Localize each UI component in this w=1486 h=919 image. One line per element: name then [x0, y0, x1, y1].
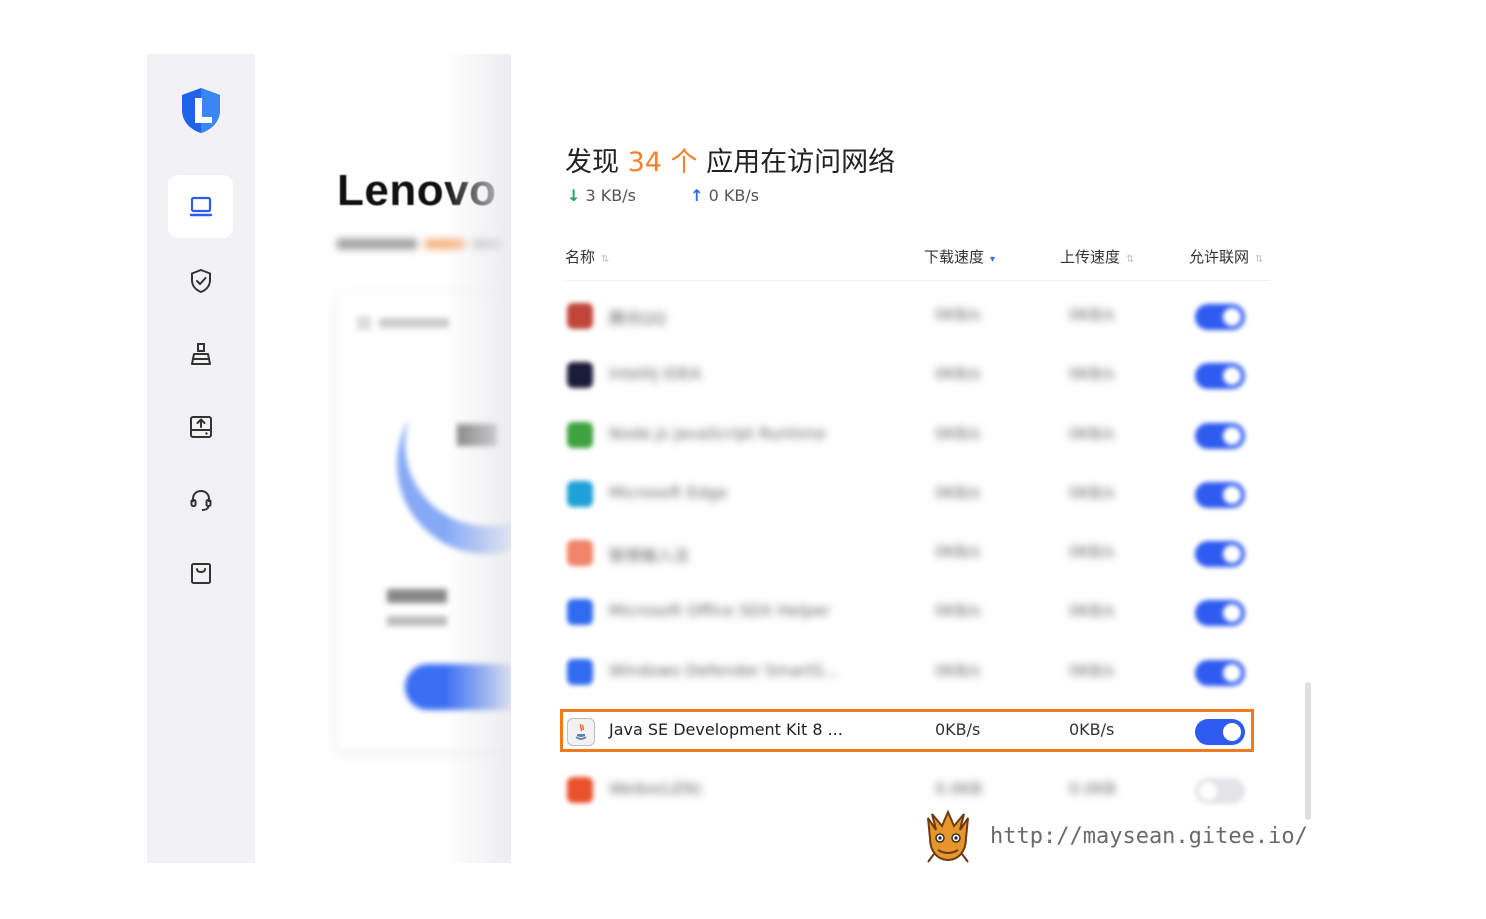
app-download-speed: 0KB/s: [935, 542, 981, 561]
app-row: 联想输入法 0KB/s 0KB/s: [565, 528, 1269, 578]
panel-heading: 发现 34 个 应用在访问网络: [565, 140, 895, 179]
scrollbar[interactable]: [1305, 682, 1311, 820]
total-speeds: ↓ 3 KB/s ↑ 0 KB/s: [567, 186, 759, 205]
watermark: http://maysean.gitee.io/: [920, 806, 1308, 866]
app-row: IntelliJ IDEA 0KB/s 0KB/s: [565, 350, 1269, 400]
watermark-url: http://maysean.gitee.io/: [990, 823, 1308, 849]
app-icon: [567, 659, 593, 685]
app-row: Microsoft Edge 0KB/s 0KB/s: [565, 469, 1269, 519]
app-name: Weibo(LEN): [609, 779, 702, 798]
broom-icon: [190, 342, 211, 365]
upload-arrow-icon: ↑: [690, 186, 704, 205]
app-name: Microsoft Office SDX Helper: [609, 601, 831, 620]
column-header-upload[interactable]: 上传速度 ⇅: [1060, 246, 1134, 267]
nav-item-drivers[interactable]: [168, 395, 233, 458]
app-row: Java SE Development Kit 8 ... 0KB/s 0KB/s: [565, 706, 1269, 756]
column-header-upload-label: 上传速度: [1060, 248, 1121, 266]
total-upload-speed: 0 KB/s: [708, 186, 760, 205]
sort-icon: ⇅: [1126, 254, 1135, 265]
app-icon: [567, 422, 593, 448]
total-download-speed: 3 KB/s: [585, 186, 636, 205]
lenovo-shield-logo: [178, 86, 224, 134]
app-download-speed: 0KB/s: [935, 424, 981, 443]
column-header-allow[interactable]: 允许联网 ⇅: [1189, 246, 1263, 267]
app-upload-speed: 0KB/s: [1069, 720, 1115, 739]
app-upload-speed: 0KB/s: [1069, 483, 1115, 502]
column-header-allow-label: 允许联网: [1189, 248, 1250, 266]
app-upload-speed: 0KB/s: [1069, 305, 1115, 324]
column-header-download-label: 下载速度: [924, 248, 985, 266]
nav-item-support[interactable]: [168, 468, 233, 531]
app-name: Node.js JavaScript Runtime: [609, 424, 826, 443]
app-icon: [567, 599, 593, 625]
app-row: Node.js JavaScript Runtime 0KB/s 0KB/s: [565, 410, 1269, 460]
app-name: Java SE Development Kit 8 ...: [609, 720, 843, 739]
app-upload-speed: 0KB/s: [1069, 542, 1115, 561]
column-header-download[interactable]: 下载速度 ▾: [924, 246, 995, 267]
app-row: 腾讯QQ 0KB/s 0KB/s: [565, 291, 1269, 341]
dragon-head-icon: [927, 809, 969, 863]
app-upload-speed: 0KB/s: [1069, 424, 1115, 443]
app-name: IntelliJ IDEA: [609, 364, 702, 383]
headset-icon: [190, 489, 211, 511]
allow-network-toggle[interactable]: [1195, 778, 1245, 804]
app-download-speed: 0KB/s: [935, 720, 981, 739]
app-icon: [567, 481, 593, 507]
app-download-speed: 0KB/s: [935, 483, 981, 502]
allow-network-toggle[interactable]: [1195, 423, 1245, 449]
app-name: 联想输入法: [609, 546, 690, 565]
sort-icon: ⇅: [601, 254, 610, 265]
app-icon: [567, 362, 593, 388]
app-icon: [567, 540, 593, 566]
app-name: Windows Defender SmartS...: [609, 661, 839, 680]
app-upload-speed: 0KB/s: [1069, 364, 1115, 383]
app-upload-speed: 0.0KB: [1069, 779, 1116, 798]
download-arrow-icon: ↓: [567, 186, 581, 205]
sidebar: [147, 54, 255, 863]
shopping-bag-icon: [190, 562, 211, 584]
panel-shadow: [445, 54, 511, 863]
nav-item-security[interactable]: [168, 249, 233, 312]
column-header-name-label: 名称: [565, 248, 596, 266]
header-divider: [565, 280, 1269, 281]
sort-icon: ⇅: [1255, 254, 1264, 265]
app-name: Microsoft Edge: [609, 483, 728, 502]
app-download-speed: 0KB/s: [935, 601, 981, 620]
allow-network-toggle[interactable]: [1195, 304, 1245, 330]
allow-network-toggle[interactable]: [1195, 719, 1245, 745]
nav-item-cleanup[interactable]: [168, 322, 233, 385]
allow-network-toggle[interactable]: [1195, 482, 1245, 508]
column-header-name[interactable]: 名称 ⇅: [565, 246, 609, 267]
app-row: Microsoft Office SDX Helper 0KB/s 0KB/s: [565, 587, 1269, 637]
shield-check-icon: [190, 268, 211, 293]
app-download-speed: 0.0KB: [935, 779, 982, 798]
allow-network-toggle[interactable]: [1195, 541, 1245, 567]
app-count: 34 个: [627, 147, 698, 178]
app-upload-speed: 0KB/s: [1069, 601, 1115, 620]
allow-network-toggle[interactable]: [1195, 363, 1245, 389]
app-icon: [567, 718, 595, 746]
app-upload-speed: 0KB/s: [1069, 661, 1115, 680]
app-download-speed: 0KB/s: [935, 364, 981, 383]
app-name: 腾讯QQ: [609, 309, 667, 328]
app-row: Windows Defender SmartS... 0KB/s 0KB/s: [565, 647, 1269, 697]
app-download-speed: 0KB/s: [935, 661, 981, 680]
network-apps-panel: 发现 34 个 应用在访问网络 ↓ 3 KB/s ↑ 0 KB/s 名称 ⇅ 下载…: [511, 54, 1331, 863]
app-icon: [567, 303, 593, 329]
nav-item-device[interactable]: [168, 175, 233, 238]
sort-desc-icon: ▾: [990, 254, 996, 265]
app-icon: [567, 777, 593, 803]
heading-suffix: 应用在访问网络: [706, 147, 896, 178]
disk-upload-icon: [189, 415, 212, 438]
background-overview-panel: Lenovo: [255, 54, 511, 863]
app-download-speed: 0KB/s: [935, 305, 981, 324]
allow-network-toggle[interactable]: [1195, 660, 1245, 686]
nav-item-store[interactable]: [168, 541, 233, 604]
allow-network-toggle[interactable]: [1195, 600, 1245, 626]
laptop-icon: [189, 196, 212, 216]
heading-prefix: 发现: [565, 147, 619, 178]
